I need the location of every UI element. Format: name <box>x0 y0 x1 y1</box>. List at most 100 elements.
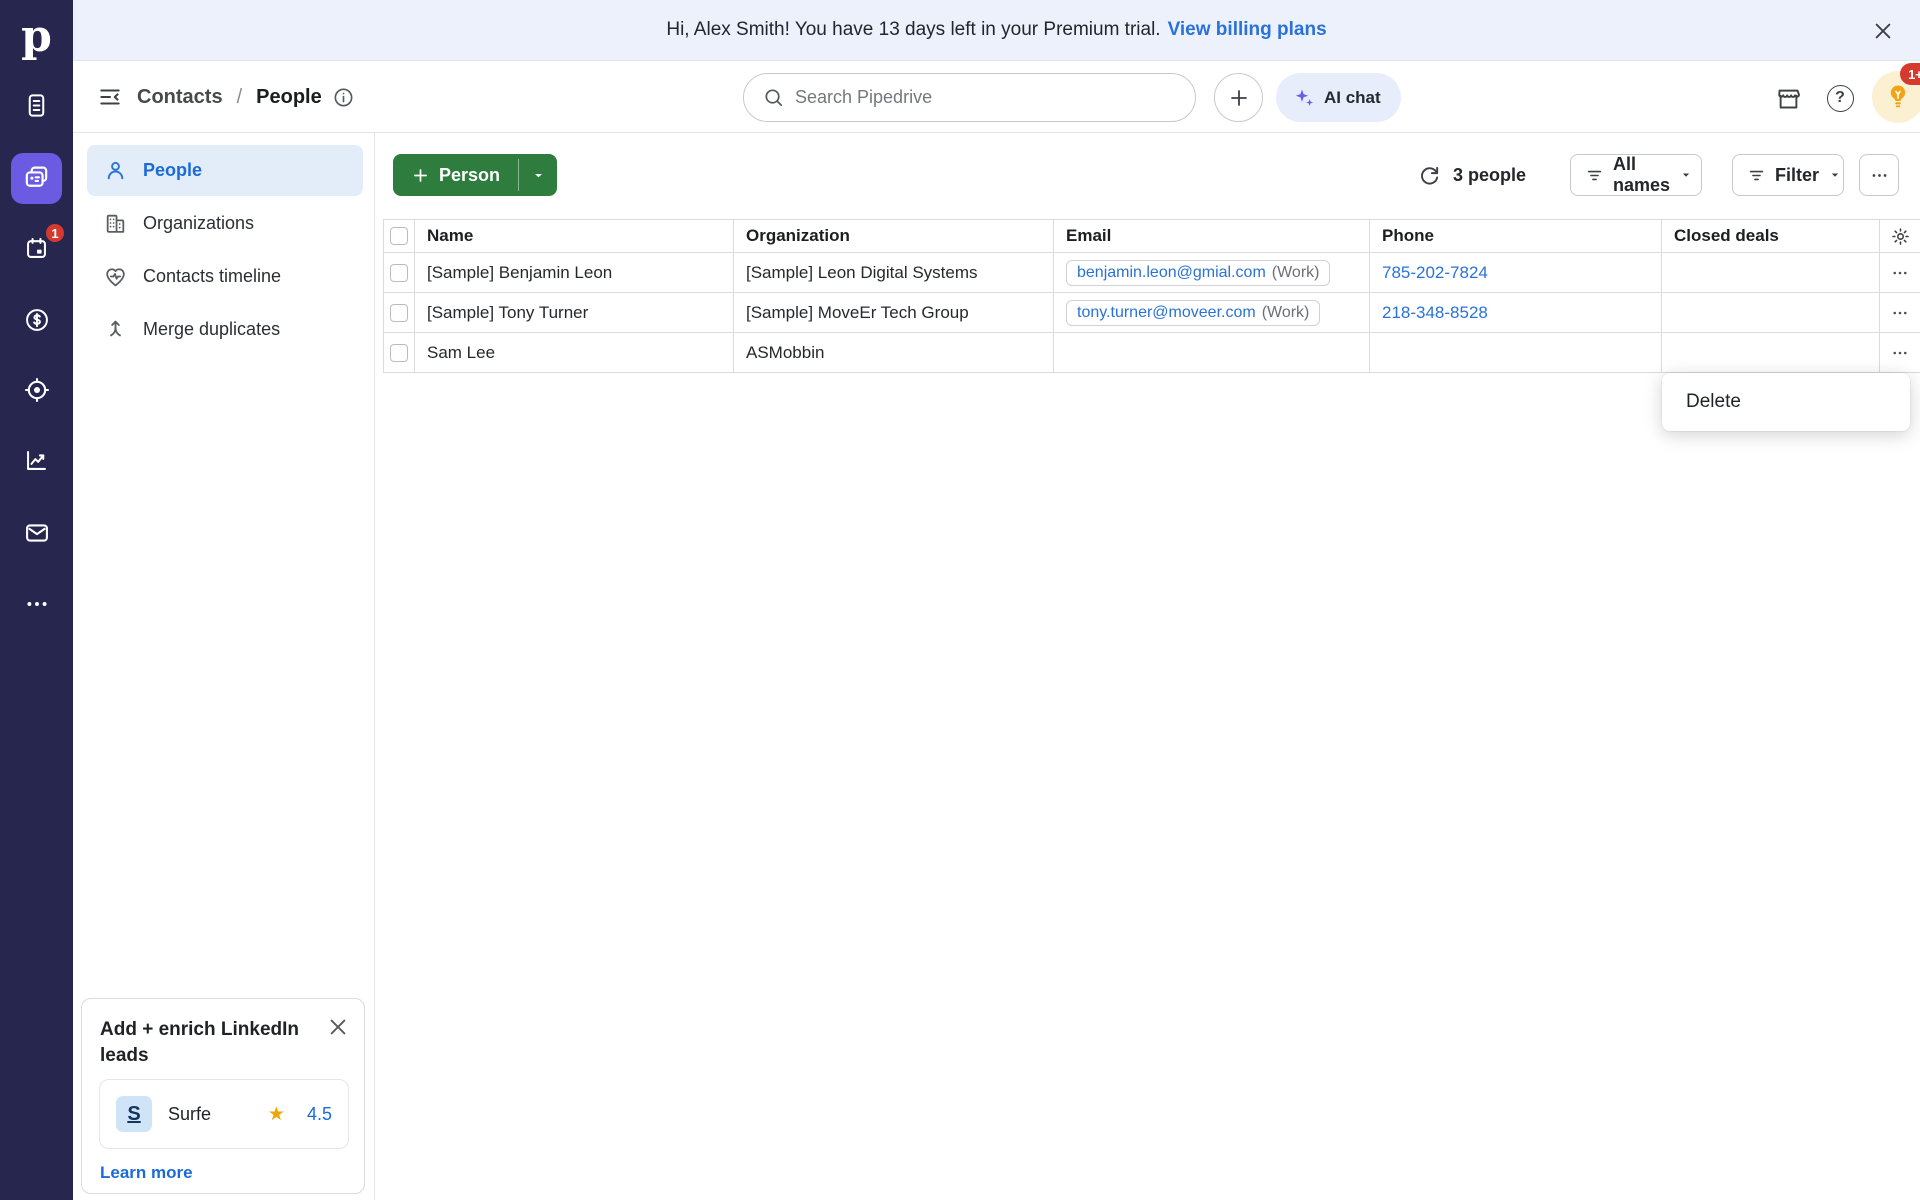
email-cell-empty <box>1053 333 1369 372</box>
surfe-logo: S <box>116 1096 152 1132</box>
email-link[interactable]: tony.turner@moveer.com <box>1077 304 1256 322</box>
documents-icon <box>23 92 50 119</box>
promo-rating: 4.5 <box>306 1103 332 1124</box>
sidebar-item-contacts-timeline[interactable]: Contacts timeline <box>87 251 363 302</box>
add-person-button[interactable]: Person <box>393 154 558 196</box>
promo-close-button[interactable] <box>326 1015 350 1039</box>
person-organization[interactable]: ASMobbin <box>733 333 1053 372</box>
caret-down-icon <box>1679 168 1693 182</box>
trial-message: Hi, Alex Smith! You have 13 days left in… <box>666 19 1161 40</box>
sidebar-item-organizations[interactable]: Organizations <box>87 198 363 249</box>
table-row[interactable]: Sam Lee ASMobbin <box>384 333 1920 373</box>
help-button[interactable]: ? <box>1823 81 1857 115</box>
column-settings-gear-icon[interactable] <box>1890 226 1911 247</box>
view-billing-plans-link[interactable]: View billing plans <box>1168 19 1327 41</box>
sidebar-item-mail[interactable] <box>16 512 57 553</box>
storefront-icon <box>1775 85 1802 112</box>
contacts-nav-panel: People Organizations Contacts timeline M… <box>73 133 375 1200</box>
organizations-icon <box>103 211 128 236</box>
column-header-phone[interactable]: Phone <box>1369 220 1661 252</box>
topbar: Contacts / People AI chat ? 1+ <box>73 61 1920 133</box>
sidebar-item-leads[interactable] <box>16 369 57 410</box>
row-actions-ellipsis-icon[interactable] <box>1891 304 1909 322</box>
breadcrumb-section[interactable]: Contacts <box>137 86 223 109</box>
email-link[interactable]: benjamin.leon@gmial.com <box>1077 264 1266 282</box>
sidebar-item-more[interactable] <box>16 583 57 624</box>
phone-link[interactable]: 785-202-7824 <box>1382 263 1488 283</box>
filter-label: Filter <box>1775 164 1820 185</box>
notification-badge: 1+ <box>1900 63 1920 85</box>
sidebar-item-people[interactable]: People <box>87 145 363 196</box>
ellipsis-icon <box>1870 166 1889 185</box>
learn-more-link[interactable]: Learn more <box>100 1163 193 1183</box>
column-header-name[interactable]: Name <box>414 220 733 252</box>
add-person-main[interactable]: Person <box>393 154 518 196</box>
person-name[interactable]: [Sample] Benjamin Leon <box>414 253 733 292</box>
person-organization[interactable]: [Sample] Leon Digital Systems <box>733 253 1053 292</box>
add-person-label: Person <box>439 164 501 185</box>
sidebar-item-contacts[interactable] <box>11 153 62 204</box>
column-header-email[interactable]: Email <box>1053 220 1369 252</box>
caret-down-icon <box>531 168 546 183</box>
app-sidebar: p 1 <box>0 0 73 1200</box>
banner-close-button[interactable] <box>1870 18 1896 44</box>
collapse-menu-icon[interactable] <box>97 84 123 110</box>
help-icon: ? <box>1826 84 1854 112</box>
breadcrumb: Contacts / People <box>97 61 355 133</box>
filter-button[interactable]: Filter <box>1732 154 1844 196</box>
star-icon: ★ <box>267 1103 285 1125</box>
column-header-closed-deals[interactable]: Closed deals <box>1661 220 1879 252</box>
row-checkbox[interactable] <box>390 343 408 362</box>
sidebar-item-insights[interactable] <box>16 440 57 481</box>
row-actions-ellipsis-icon[interactable] <box>1891 344 1909 362</box>
ai-chat-button[interactable]: AI chat <box>1276 73 1401 122</box>
row-checkbox[interactable] <box>390 263 408 282</box>
context-menu-item-delete[interactable]: Delete <box>1662 379 1910 425</box>
search-input[interactable] <box>795 87 1179 108</box>
contacts-icon <box>22 164 51 193</box>
nav-item-label: Contacts timeline <box>143 266 282 286</box>
view-selector-button[interactable]: All names <box>1570 154 1702 196</box>
quick-add-button[interactable] <box>1214 73 1263 122</box>
column-header-organization[interactable]: Organization <box>733 220 1053 252</box>
ai-chat-label: AI chat <box>1324 87 1381 107</box>
leads-target-icon <box>23 376 51 404</box>
list-more-actions-button[interactable] <box>1859 154 1899 196</box>
global-search[interactable] <box>743 73 1196 122</box>
promo-app-name: Surfe <box>168 1103 212 1124</box>
search-icon <box>762 86 785 109</box>
info-icon[interactable] <box>332 86 355 109</box>
caret-down-icon <box>1828 168 1842 182</box>
add-person-dropdown[interactable] <box>519 154 557 196</box>
email-chip[interactable]: benjamin.leon@gmial.com (Work) <box>1066 259 1331 286</box>
lightbulb-icon <box>1883 82 1913 112</box>
select-all-checkbox[interactable] <box>390 227 408 245</box>
row-checkbox[interactable] <box>390 303 408 322</box>
closed-deals-cell <box>1661 333 1879 372</box>
phone-link[interactable]: 218-348-8528 <box>1382 303 1488 323</box>
sidebar-item-merge-duplicates[interactable]: Merge duplicates <box>87 304 363 355</box>
close-icon <box>327 1016 349 1038</box>
row-actions-ellipsis-icon[interactable] <box>1891 264 1909 282</box>
nav-item-label: Merge duplicates <box>143 319 281 339</box>
sparkles-icon <box>1292 86 1316 110</box>
heart-pulse-icon <box>103 264 128 289</box>
sidebar-item-documents[interactable] <box>16 85 57 126</box>
email-type-label: (Work) <box>1271 263 1320 281</box>
table-row[interactable]: [Sample] Tony Turner [Sample] MoveEr Tec… <box>384 293 1920 333</box>
trial-banner: Hi, Alex Smith! You have 13 days left in… <box>73 0 1920 61</box>
mail-icon <box>23 519 51 547</box>
more-dots-icon <box>24 591 50 617</box>
table-row[interactable]: [Sample] Benjamin Leon [Sample] Leon Dig… <box>384 253 1920 293</box>
person-name[interactable]: [Sample] Tony Turner <box>414 293 733 332</box>
promo-app-row[interactable]: S Surfe ★ 4.5 <box>99 1079 349 1149</box>
view-selector-label: All names <box>1613 154 1671 195</box>
closed-deals-cell <box>1661 293 1879 332</box>
refresh-icon[interactable] <box>1418 164 1441 187</box>
marketplace-button[interactable] <box>1771 81 1805 115</box>
close-icon <box>1872 20 1894 42</box>
email-chip[interactable]: tony.turner@moveer.com (Work) <box>1066 299 1321 326</box>
person-organization[interactable]: [Sample] MoveEr Tech Group <box>733 293 1053 332</box>
person-name[interactable]: Sam Lee <box>414 333 733 372</box>
sidebar-item-deals[interactable] <box>16 299 57 340</box>
